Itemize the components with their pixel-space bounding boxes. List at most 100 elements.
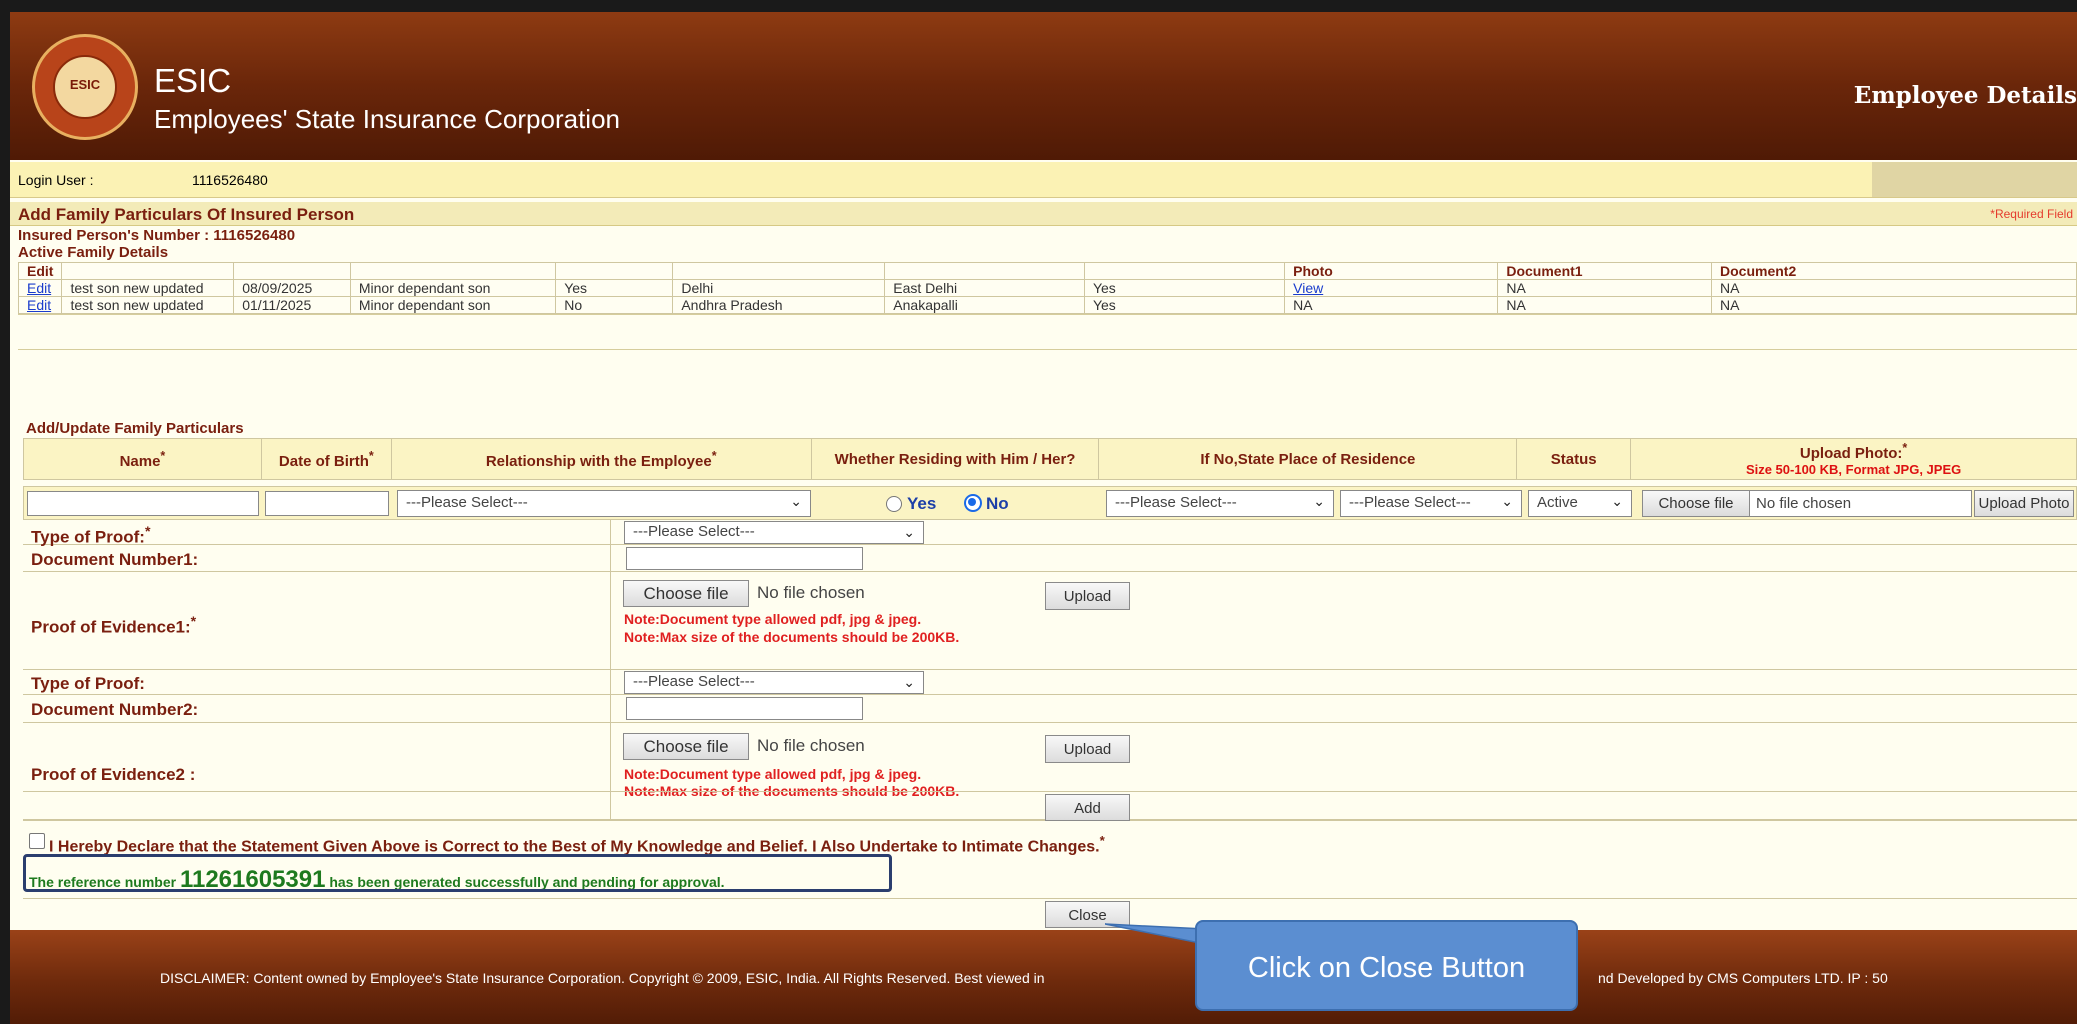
family-table-header: Edit Photo Document1 Document2	[17, 262, 2077, 280]
upload-photo-size-note: Size 50-100 KB, Format JPG, JPEG	[1745, 462, 1962, 477]
table-cell: No	[555, 296, 674, 314]
header-cell	[349, 262, 557, 280]
district-select[interactable]: ---Please Select--- ⌄	[1340, 490, 1522, 517]
choose-photo-button[interactable]: Choose file	[1642, 490, 1750, 517]
login-bar: Login User : 1116526480	[10, 162, 2077, 198]
file2-status: No file chosen	[757, 736, 865, 755]
declaration-row: I Hereby Declare that the Statement Give…	[23, 830, 2077, 856]
header-residing: Whether Residing with Him / Her?	[810, 438, 1100, 480]
table-cell: Minor dependant son	[349, 279, 557, 297]
upload1-button[interactable]: Upload	[1045, 582, 1130, 610]
declaration-checkbox[interactable]	[29, 833, 45, 849]
table-cell: test son new updated	[61, 279, 235, 297]
brand-short: ESIC	[154, 62, 232, 99]
type-of-proof1-row: Type of Proof:* ---Please Select--- ⌄	[23, 520, 2077, 547]
site-footer: DISCLAIMER: Content owned by Employee's …	[10, 930, 2077, 1024]
edit-link[interactable]: Edit	[27, 280, 51, 296]
required-field-note: *Required Field	[1990, 207, 2073, 221]
table-cell: Yes	[1083, 296, 1286, 314]
note-doc-size1: Note:Max size of the documents should be…	[624, 629, 960, 645]
upload2-button[interactable]: Upload	[1045, 735, 1130, 763]
radio-yes-label: Yes	[907, 494, 937, 513]
document-number1-label: Document Number1:	[31, 550, 199, 569]
active-family-table: Edit Photo Document1 Document2 Edit test…	[17, 262, 2077, 314]
table-cell: test son new updated	[61, 296, 235, 314]
file1-status: No file chosen	[757, 583, 865, 602]
choose-file1-button[interactable]: Choose file	[623, 580, 749, 607]
residing-yes-radio[interactable]	[886, 496, 902, 512]
declaration-text: I Hereby Declare that the Statement Give…	[49, 833, 1105, 856]
table-cell: NA	[1711, 279, 2077, 297]
table-cell: Yes	[1083, 279, 1286, 297]
choose-file2-button[interactable]: Choose file	[623, 733, 749, 760]
table-cell: Anakapalli	[884, 296, 1085, 314]
note-doc-type2: Note:Document type allowed pdf, jpg & jp…	[624, 766, 922, 782]
login-value: 1116526480	[192, 172, 268, 188]
table-cell: Yes	[555, 279, 674, 297]
name-input[interactable]	[27, 491, 259, 516]
header-name: Name*	[23, 438, 262, 480]
status-select[interactable]: Active ⌄	[1528, 490, 1632, 517]
page-title: Employee Details	[1853, 82, 2077, 109]
upload-photo-button[interactable]: Upload Photo	[1974, 490, 2074, 517]
document-number2-input[interactable]	[626, 697, 863, 720]
radio-no-label: No	[986, 494, 1009, 513]
type-of-proof2-row: Type of Proof: ---Please Select--- ⌄	[23, 670, 2077, 695]
proof-of-evidence2-label: Proof of Evidence2 :	[31, 765, 196, 784]
active-family-title: Active Family Details	[18, 244, 169, 261]
relationship-select[interactable]: ---Please Select--- ⌄	[397, 490, 811, 517]
state-select[interactable]: ---Please Select--- ⌄	[1106, 490, 1334, 517]
header-cell	[233, 262, 351, 280]
proof-of-evidence1-row: Proof of Evidence1:* Choose file No file…	[23, 572, 2077, 670]
proof-of-evidence1-label: Proof of Evidence1:*	[31, 614, 197, 637]
table-cell: 01/11/2025	[233, 296, 351, 314]
header-cell: Document1	[1497, 262, 1712, 280]
dob-input[interactable]	[265, 491, 389, 516]
table-cell: NA	[1284, 296, 1499, 314]
callout-text: Click on Close Button	[1247, 952, 1526, 984]
site-header: ESIC ESIC Employees' State Insurance Cor…	[10, 12, 2077, 160]
type-of-proof2-select[interactable]: ---Please Select--- ⌄	[624, 671, 924, 694]
logo-text: ESIC	[69, 77, 101, 92]
login-label: Login User :	[18, 172, 94, 188]
add-row: Add	[23, 791, 2077, 821]
type-of-proof1-select[interactable]: ---Please Select--- ⌄	[624, 521, 924, 544]
edit-link[interactable]: Edit	[27, 297, 51, 313]
instruction-callout: Click on Close Button	[1195, 920, 1578, 1011]
close-row: Close	[23, 898, 2077, 929]
header-cell	[555, 262, 674, 280]
section-title: Add Family Particulars Of Insured Person	[18, 205, 355, 224]
section-header: Add Family Particulars Of Insured Person…	[10, 202, 2077, 226]
chevron-down-icon: ⌄	[903, 524, 915, 540]
brand-long: Employees' State Insurance Corporation	[154, 104, 620, 134]
chevron-down-icon: ⌄	[1611, 493, 1623, 509]
document-number1-row: Document Number1:	[23, 545, 2077, 572]
chevron-down-icon: ⌄	[903, 674, 915, 690]
table-cell: Delhi	[672, 279, 886, 297]
table-cell: Andhra Pradesh	[672, 296, 886, 314]
add-button[interactable]: Add	[1045, 794, 1130, 821]
type-of-proof2-label: Type of Proof:	[31, 674, 145, 693]
note-doc-type1: Note:Document type allowed pdf, jpg & jp…	[624, 611, 922, 627]
document-number2-label: Document Number2:	[31, 700, 199, 719]
document-number1-input[interactable]	[626, 547, 863, 570]
spacer-band	[18, 314, 2077, 350]
photo-file-name: No file chosen	[1750, 490, 1972, 517]
disclaimer-right: nd Developed by CMS Computers LTD. IP : …	[1598, 970, 1888, 986]
chevron-down-icon: ⌄	[1313, 493, 1325, 509]
header-cell	[884, 262, 1085, 280]
header-cell	[1083, 262, 1286, 280]
header-cell: Document2	[1711, 262, 2077, 280]
insured-person-number: Insured Person's Number : 1116526480	[18, 227, 296, 244]
header-status: Status	[1516, 438, 1632, 480]
disclaimer-left: DISCLAIMER: Content owned by Employee's …	[160, 970, 1045, 986]
table-row: Edit test son new updated 08/09/2025 Min…	[17, 279, 2077, 297]
add-update-title: Add/Update Family Particulars	[26, 420, 244, 437]
residing-no-radio[interactable]	[964, 494, 982, 512]
view-photo-link[interactable]: View	[1293, 280, 1323, 296]
esic-logo-icon: ESIC	[32, 34, 138, 140]
browser-page: ESIC ESIC Employees' State Insurance Cor…	[10, 12, 2077, 1024]
chevron-down-icon: ⌄	[790, 493, 802, 509]
header-cell: Photo	[1284, 262, 1499, 280]
chevron-down-icon: ⌄	[1501, 493, 1513, 509]
